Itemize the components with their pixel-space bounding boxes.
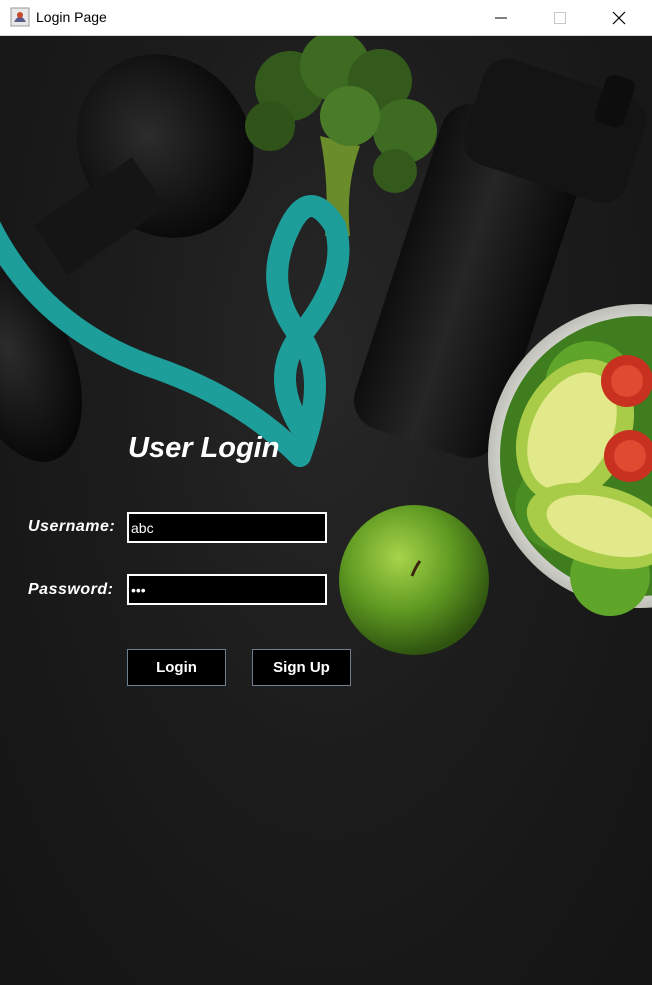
minimize-icon [495, 17, 507, 18]
title-bar[interactable]: Login Page [0, 0, 652, 36]
close-icon [612, 11, 626, 24]
java-app-icon [10, 7, 30, 27]
login-button[interactable]: Login [127, 649, 226, 686]
window-title: Login Page [36, 9, 107, 25]
apple-image [339, 505, 489, 655]
password-label: Password: [28, 581, 114, 598]
maximize-icon [554, 11, 566, 24]
signup-button[interactable]: Sign Up [252, 649, 351, 686]
login-heading: User Login [128, 432, 280, 464]
username-input[interactable] [127, 512, 327, 543]
maximize-button[interactable] [531, 0, 589, 35]
broccoli-image [245, 36, 437, 236]
password-input[interactable] [127, 574, 327, 605]
minimize-button[interactable] [472, 0, 530, 35]
login-window: Login Page User Login Username: abc Pass… [0, 0, 652, 985]
fitness-food-illustration [0, 36, 652, 655]
username-label: Username: [28, 518, 116, 535]
background-photo [0, 36, 652, 985]
close-button[interactable] [590, 0, 648, 35]
